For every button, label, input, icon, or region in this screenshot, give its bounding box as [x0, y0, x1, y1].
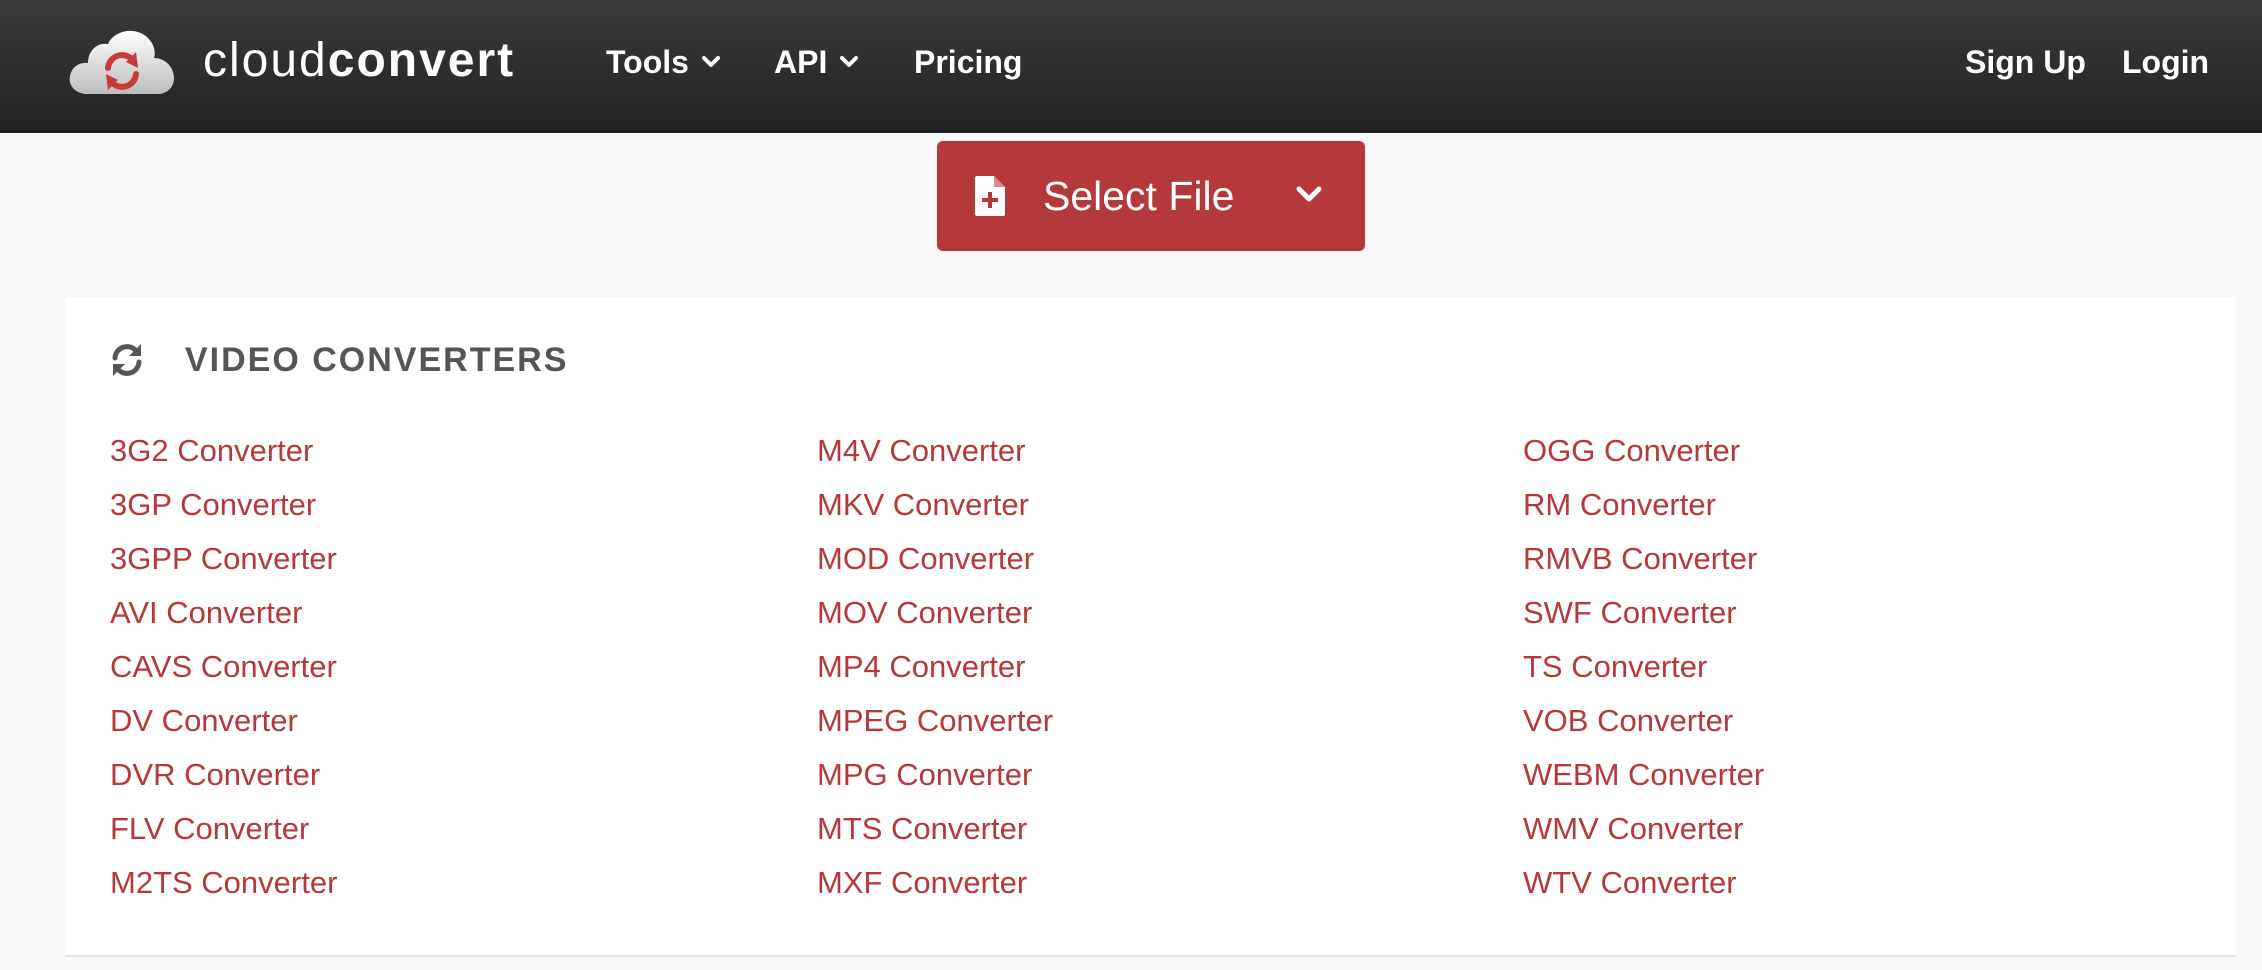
converter-link[interactable]: MTS Converter: [817, 811, 1027, 846]
list-item: TS Converter: [1523, 647, 1764, 701]
converter-column-3: OGG Converter RM Converter RMVB Converte…: [1523, 431, 1764, 917]
select-file-label: Select File: [1043, 173, 1235, 219]
converter-link[interactable]: MP4 Converter: [817, 649, 1025, 684]
list-item: MXF Converter: [817, 863, 1053, 917]
converter-link[interactable]: VOB Converter: [1523, 703, 1733, 738]
converter-link[interactable]: SWF Converter: [1523, 595, 1737, 630]
converter-link[interactable]: M4V Converter: [817, 433, 1025, 468]
converter-link[interactable]: MKV Converter: [817, 487, 1029, 522]
top-navbar: cloudconvert Tools API Pricing Sign Up L…: [0, 0, 2262, 133]
list-item: MOV Converter: [817, 593, 1053, 647]
converter-column-2: M4V Converter MKV Converter MOD Converte…: [817, 431, 1053, 917]
list-item: M2TS Converter: [110, 863, 337, 917]
list-item: MTS Converter: [817, 809, 1053, 863]
nav-tools-label: Tools: [606, 43, 689, 80]
converter-link[interactable]: MXF Converter: [817, 865, 1027, 900]
list-item: FLV Converter: [110, 809, 337, 863]
converter-link[interactable]: WTV Converter: [1523, 865, 1737, 900]
list-item: 3G2 Converter: [110, 431, 337, 485]
list-item: OGG Converter: [1523, 431, 1764, 485]
brand-name: cloudconvert: [203, 37, 515, 85]
list-item: VOB Converter: [1523, 701, 1764, 755]
list-item: DV Converter: [110, 701, 337, 755]
list-item: MP4 Converter: [817, 647, 1053, 701]
converter-link[interactable]: WEBM Converter: [1523, 757, 1764, 792]
section-title: VIDEO CONVERTERS: [185, 340, 569, 379]
converter-column-1: 3G2 Converter 3GP Converter 3GPP Convert…: [110, 431, 337, 917]
converter-link[interactable]: DVR Converter: [110, 757, 320, 792]
section-header: VIDEO CONVERTERS: [109, 337, 568, 383]
converter-link[interactable]: 3GP Converter: [110, 487, 316, 522]
nav-api-menu[interactable]: API: [774, 38, 859, 86]
converter-link[interactable]: M2TS Converter: [110, 865, 337, 900]
converter-link[interactable]: DV Converter: [110, 703, 298, 738]
file-plus-icon: [975, 176, 1005, 216]
converter-link[interactable]: OGG Converter: [1523, 433, 1740, 468]
refresh-icon: [112, 344, 142, 376]
chevron-down-icon: [840, 56, 859, 67]
list-item: 3GP Converter: [110, 485, 337, 539]
list-item: 3GPP Converter: [110, 539, 337, 593]
converter-link[interactable]: MPEG Converter: [817, 703, 1053, 738]
list-item: WEBM Converter: [1523, 755, 1764, 809]
list-item: MOD Converter: [817, 539, 1053, 593]
converter-link[interactable]: WMV Converter: [1523, 811, 1743, 846]
list-item: RM Converter: [1523, 485, 1764, 539]
brand-name-light: cloud: [203, 34, 328, 87]
list-item: CAVS Converter: [110, 647, 337, 701]
nav-api-label: API: [774, 43, 828, 80]
chevron-down-icon[interactable]: [1295, 184, 1323, 206]
nav-pricing-link[interactable]: Pricing: [914, 38, 1022, 86]
converter-link[interactable]: MOD Converter: [817, 541, 1034, 576]
list-item: AVI Converter: [110, 593, 337, 647]
converter-link[interactable]: RM Converter: [1523, 487, 1716, 522]
select-file-button[interactable]: Select File: [937, 141, 1365, 251]
converter-link[interactable]: 3G2 Converter: [110, 433, 313, 468]
list-item: DVR Converter: [110, 755, 337, 809]
cloud-logo-icon: [69, 30, 174, 95]
list-item: SWF Converter: [1523, 593, 1764, 647]
signup-link[interactable]: Sign Up: [1965, 38, 2086, 86]
list-item: WTV Converter: [1523, 863, 1764, 917]
nav-tools-menu[interactable]: Tools: [606, 38, 721, 86]
converter-link[interactable]: TS Converter: [1523, 649, 1707, 684]
list-item: WMV Converter: [1523, 809, 1764, 863]
converter-link[interactable]: MOV Converter: [817, 595, 1032, 630]
logo-link[interactable]: cloudconvert: [68, 24, 515, 98]
list-item: MPG Converter: [817, 755, 1053, 809]
converter-link[interactable]: AVI Converter: [110, 595, 302, 630]
video-converters-card: VIDEO CONVERTERS 3G2 Converter 3GP Conve…: [65, 297, 2236, 957]
chevron-down-icon: [701, 56, 720, 67]
list-item: M4V Converter: [817, 431, 1053, 485]
list-item: RMVB Converter: [1523, 539, 1764, 593]
converter-link[interactable]: RMVB Converter: [1523, 541, 1757, 576]
list-item: MKV Converter: [817, 485, 1053, 539]
converter-link[interactable]: FLV Converter: [110, 811, 309, 846]
converter-link[interactable]: CAVS Converter: [110, 649, 337, 684]
brand-name-bold: convert: [327, 34, 516, 87]
converter-link[interactable]: 3GPP Converter: [110, 541, 337, 576]
list-item: MPEG Converter: [817, 701, 1053, 755]
converter-link[interactable]: MPG Converter: [817, 757, 1032, 792]
login-link[interactable]: Login: [2122, 38, 2209, 86]
